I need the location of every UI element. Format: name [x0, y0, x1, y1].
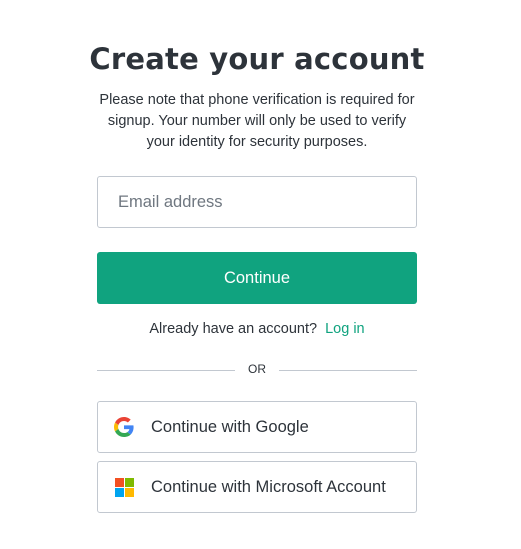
or-divider: OR [97, 361, 417, 379]
divider-label: OR [248, 362, 266, 376]
page-subtitle: Please note that phone verification is r… [99, 92, 415, 150]
continue-button[interactable]: Continue [97, 252, 417, 304]
divider-line-left [97, 370, 235, 371]
login-prompt-row: Already have an account? Log in [0, 321, 514, 337]
continue-with-microsoft-button[interactable]: Continue with Microsoft Account [97, 461, 417, 513]
login-link[interactable]: Log in [325, 321, 365, 337]
page-title: Create your account [89, 42, 425, 76]
microsoft-button-label: Continue with Microsoft Account [151, 477, 386, 496]
google-logo-icon [114, 417, 134, 437]
login-prompt-text: Already have an account? [149, 321, 318, 337]
email-field[interactable] [97, 176, 417, 228]
continue-with-google-button[interactable]: Continue with Google [97, 401, 417, 453]
microsoft-logo-icon [114, 477, 134, 497]
google-button-label: Continue with Google [151, 417, 309, 436]
divider-line-right [279, 370, 417, 371]
